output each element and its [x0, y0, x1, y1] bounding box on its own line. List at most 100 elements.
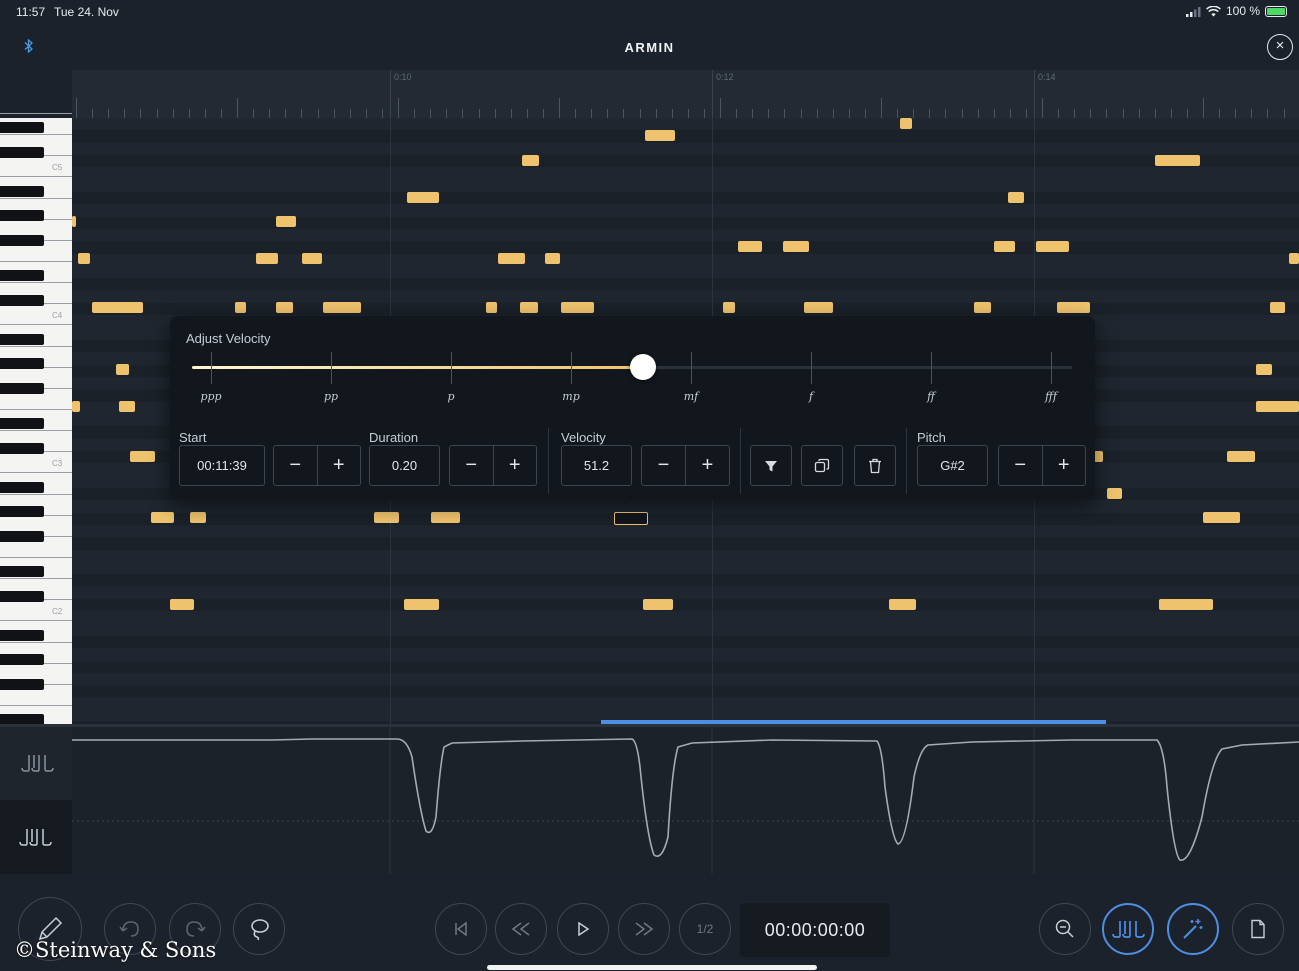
black-key[interactable] [0, 295, 44, 306]
midi-note[interactable] [72, 216, 76, 227]
duration-minus-button[interactable]: − [450, 446, 493, 485]
midi-note[interactable] [407, 192, 439, 203]
midi-note[interactable] [1008, 192, 1024, 203]
magic-wand-button[interactable] [1167, 903, 1219, 955]
midi-note[interactable] [1057, 302, 1090, 313]
velocity-minus-button[interactable]: − [642, 446, 685, 485]
black-key[interactable] [0, 482, 44, 493]
duration-field[interactable]: 0.20 [369, 445, 440, 486]
duration-plus-button[interactable]: + [492, 446, 537, 485]
midi-note[interactable] [1256, 401, 1299, 412]
timeline-ruler[interactable]: 0:10 0:12 0:14 [72, 70, 1299, 118]
filter-button[interactable] [750, 445, 792, 486]
midi-note[interactable] [1036, 241, 1069, 252]
duration-stepper[interactable]: − + [449, 445, 537, 486]
slider-thumb[interactable] [630, 354, 657, 380]
black-key[interactable] [0, 334, 44, 345]
pedal-curve[interactable] [72, 727, 1299, 874]
skip-start-button[interactable] [435, 903, 487, 955]
midi-note[interactable] [1155, 155, 1200, 166]
velocity-slider[interactable] [192, 354, 1072, 380]
midi-note[interactable] [486, 302, 497, 313]
midi-note[interactable] [323, 302, 361, 313]
document-button[interactable] [1232, 903, 1284, 955]
midi-note[interactable] [645, 130, 675, 141]
black-key[interactable] [0, 654, 44, 665]
midi-note[interactable] [119, 401, 135, 412]
midi-note[interactable] [235, 302, 246, 313]
sustain-pedal-tab[interactable] [0, 727, 72, 800]
midi-note[interactable] [974, 302, 991, 313]
midi-note[interactable] [276, 302, 293, 313]
black-key[interactable] [0, 591, 44, 602]
midi-note[interactable] [190, 512, 206, 523]
midi-note[interactable] [900, 118, 912, 129]
duplicate-button[interactable] [801, 445, 843, 486]
fast-forward-button[interactable] [618, 903, 670, 955]
black-key[interactable] [0, 566, 44, 577]
pitch-minus-button[interactable]: − [999, 446, 1042, 485]
midi-note[interactable] [889, 599, 916, 610]
start-minus-button[interactable]: − [274, 446, 317, 485]
midi-note[interactable] [738, 241, 762, 252]
half-speed-button[interactable]: 1/2 [679, 903, 731, 955]
black-key[interactable] [0, 122, 44, 133]
midi-note[interactable] [522, 155, 539, 166]
midi-note[interactable] [804, 302, 833, 313]
midi-note[interactable] [1289, 253, 1299, 264]
midi-note[interactable] [994, 241, 1015, 252]
soft-pedal-tab[interactable] [0, 800, 72, 874]
midi-note[interactable] [1270, 302, 1285, 313]
pedal-view-button[interactable] [1102, 903, 1154, 955]
black-key[interactable] [0, 630, 44, 641]
midi-note[interactable] [170, 599, 194, 610]
midi-note[interactable] [1107, 488, 1122, 499]
midi-note[interactable] [1159, 599, 1213, 610]
midi-note[interactable] [520, 302, 538, 313]
piano-keyboard[interactable]: C5 C4 C3 C2 [0, 113, 72, 833]
black-key[interactable] [0, 210, 44, 221]
midi-note[interactable] [1203, 512, 1240, 523]
midi-note[interactable] [72, 401, 80, 412]
zoom-button[interactable] [1039, 903, 1091, 955]
velocity-stepper[interactable]: − + [641, 445, 730, 486]
midi-note[interactable] [545, 253, 560, 264]
midi-note[interactable] [276, 216, 296, 227]
black-key[interactable] [0, 383, 44, 394]
midi-note[interactable] [643, 599, 673, 610]
home-indicator[interactable] [487, 965, 817, 970]
midi-note[interactable] [404, 599, 439, 610]
lasso-tool-button[interactable] [233, 903, 285, 955]
black-key[interactable] [0, 679, 44, 690]
pitch-plus-button[interactable]: + [1041, 446, 1086, 485]
black-key[interactable] [0, 270, 44, 281]
midi-note[interactable] [256, 253, 278, 264]
black-key[interactable] [0, 506, 44, 517]
midi-note[interactable] [431, 512, 460, 523]
pitch-field[interactable]: G#2 [917, 445, 988, 486]
black-key[interactable] [0, 235, 44, 246]
play-button[interactable] [557, 903, 609, 955]
midi-note[interactable] [130, 451, 155, 462]
pitch-stepper[interactable]: − + [998, 445, 1086, 486]
midi-note[interactable] [561, 302, 594, 313]
black-key[interactable] [0, 147, 44, 158]
midi-note[interactable] [302, 253, 322, 264]
midi-note[interactable] [78, 253, 90, 264]
midi-note[interactable] [1227, 451, 1255, 462]
delete-button[interactable] [854, 445, 896, 486]
start-plus-button[interactable]: + [316, 446, 361, 485]
black-key[interactable] [0, 418, 44, 429]
midi-note[interactable] [498, 253, 525, 264]
black-key[interactable] [0, 186, 44, 197]
close-button[interactable]: × [1267, 34, 1293, 60]
midi-note[interactable] [1094, 451, 1103, 462]
midi-note[interactable] [783, 241, 809, 252]
midi-note[interactable] [151, 512, 174, 523]
black-key[interactable] [0, 358, 44, 369]
midi-note[interactable] [1256, 364, 1272, 375]
midi-note[interactable] [116, 364, 129, 375]
midi-note[interactable] [723, 302, 735, 313]
midi-note[interactable] [92, 302, 143, 313]
selected-note[interactable] [614, 512, 648, 525]
